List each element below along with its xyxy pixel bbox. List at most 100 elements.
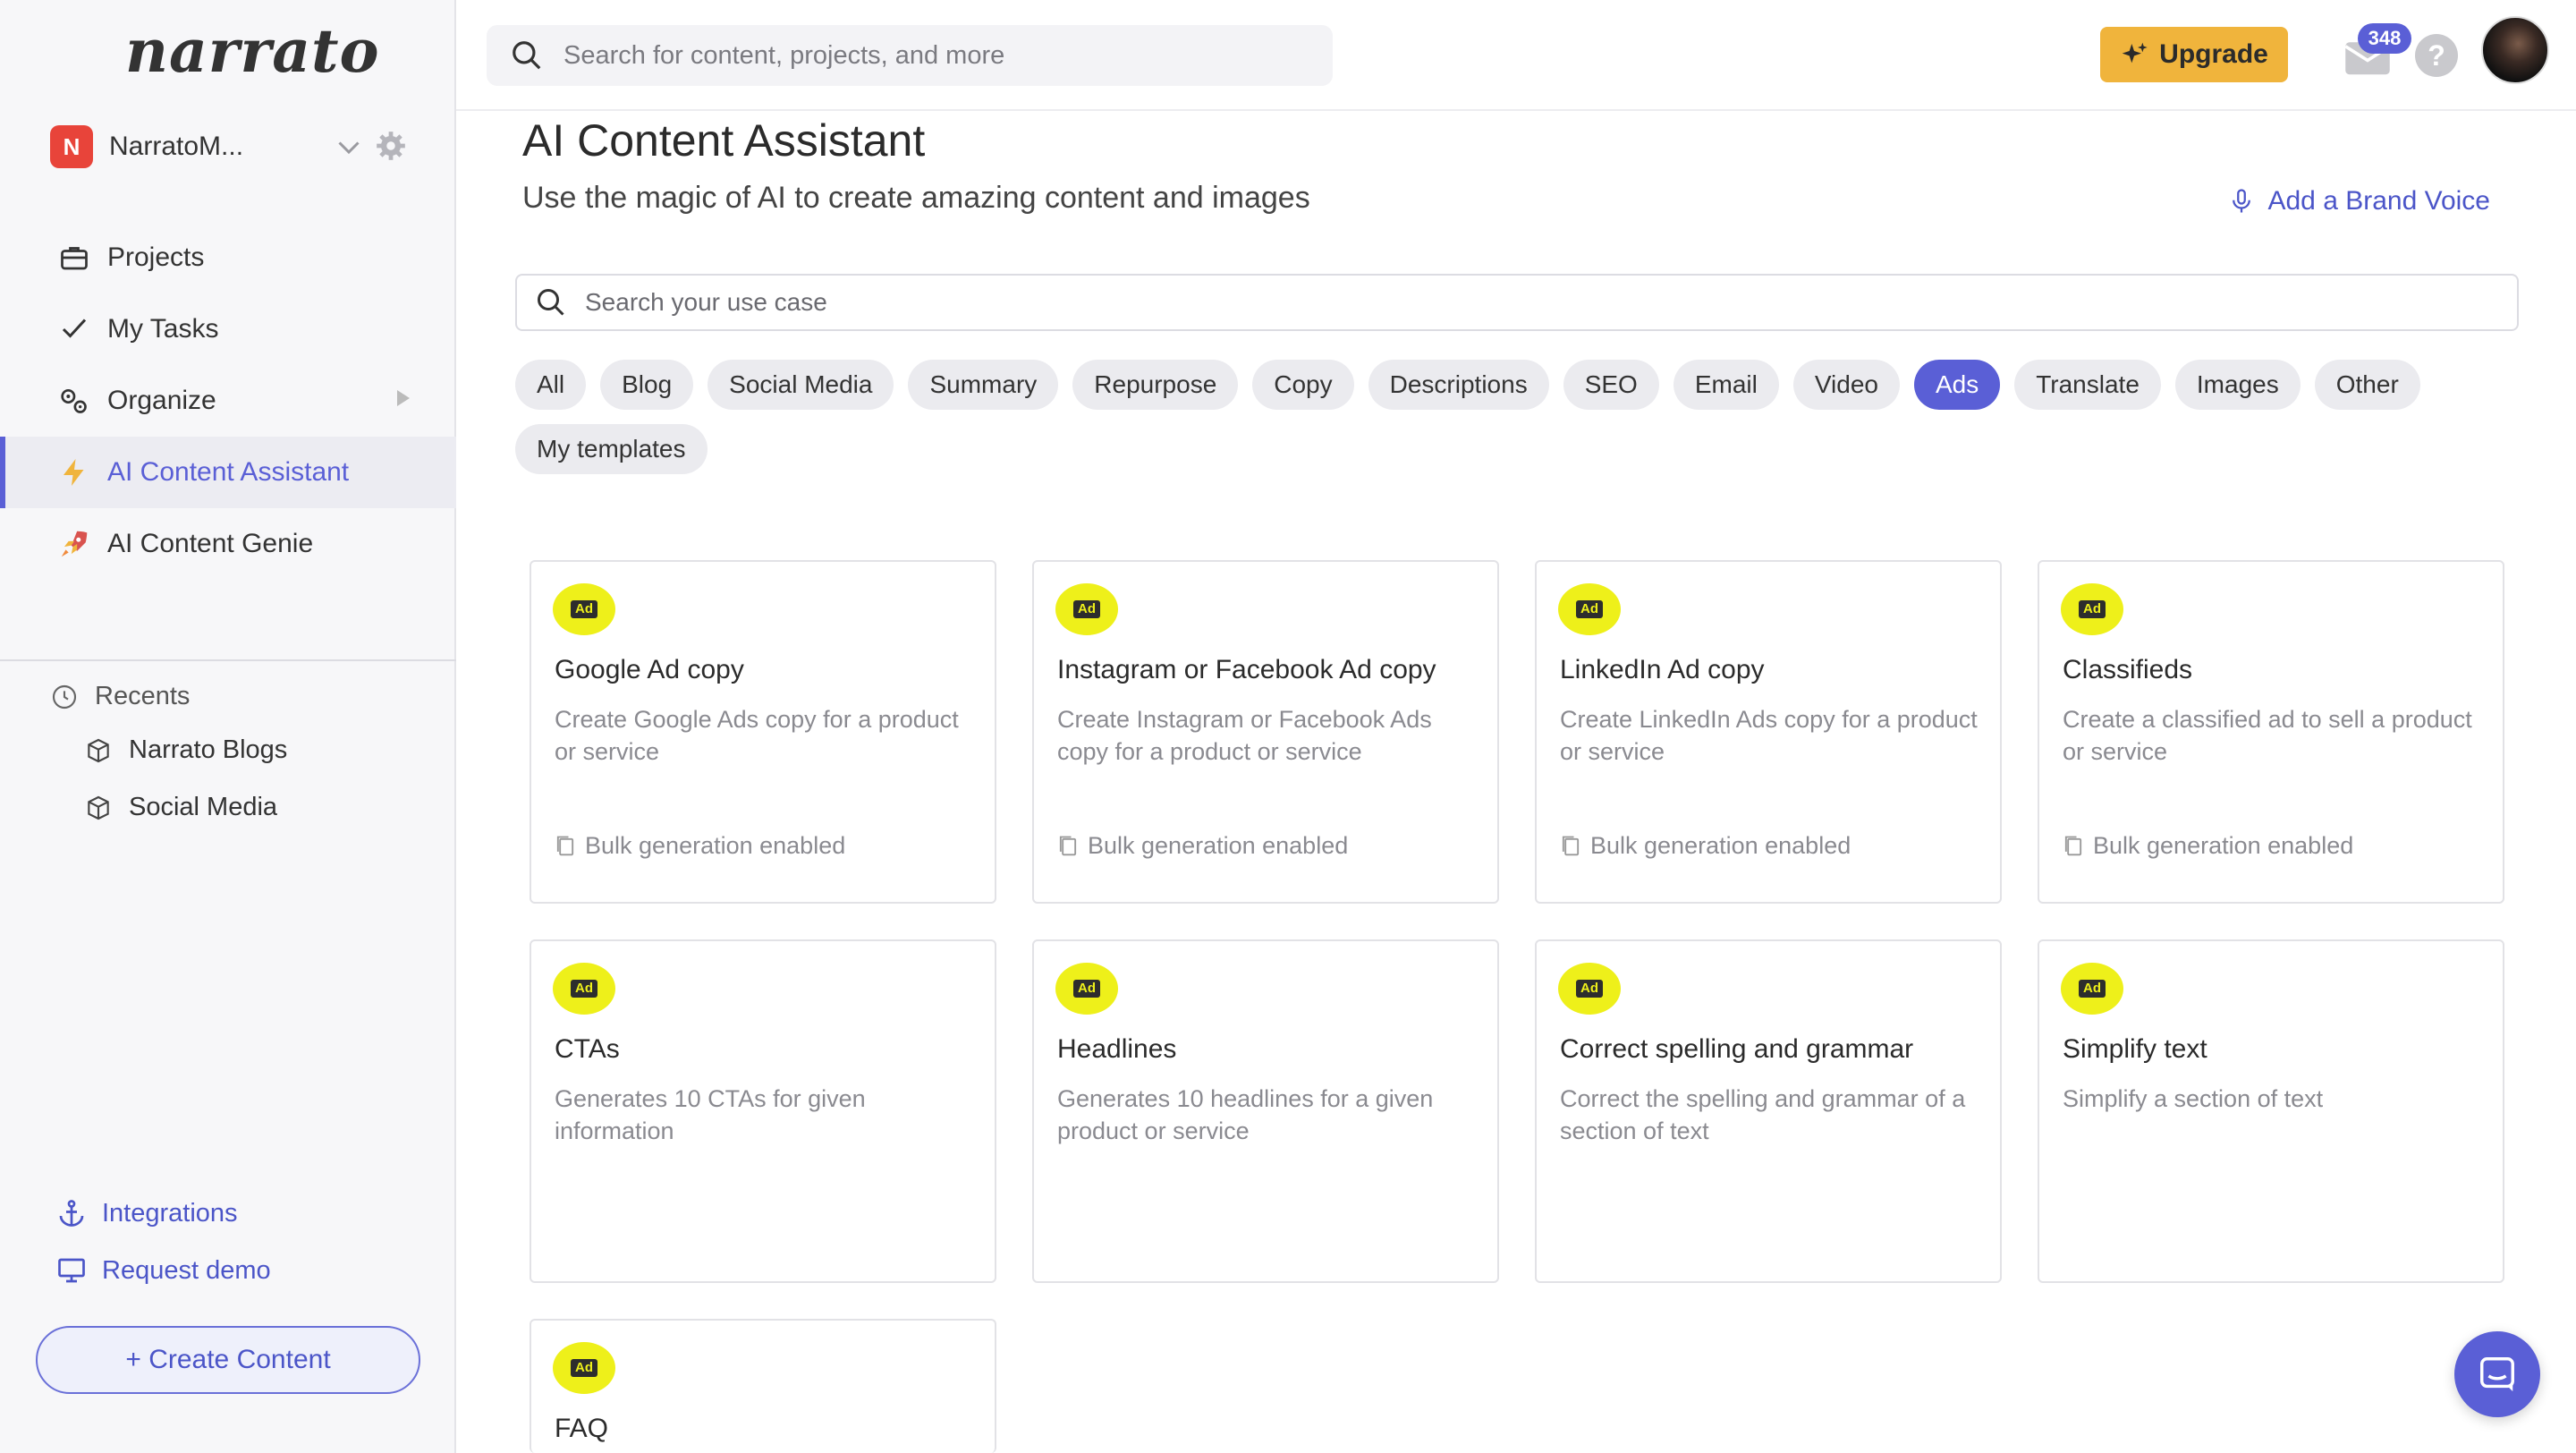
copy-icon — [556, 836, 574, 855]
copy-icon — [1562, 836, 1580, 855]
filter-chip-social-media[interactable]: Social Media — [708, 360, 894, 410]
filter-chip-my-templates[interactable]: My templates — [515, 424, 708, 474]
filter-chip-descriptions[interactable]: Descriptions — [1368, 360, 1549, 410]
global-search-input[interactable] — [562, 39, 1299, 72]
recent-item[interactable]: Social Media — [84, 793, 277, 822]
nav-label: Organize — [107, 386, 216, 415]
filter-chip-repurpose[interactable]: Repurpose — [1072, 360, 1239, 410]
card-title: CTAs — [555, 1034, 620, 1064]
filter-chip-summary[interactable]: Summary — [908, 360, 1059, 410]
search-icon — [538, 289, 564, 316]
add-brand-voice-label: Add a Brand Voice — [2267, 186, 2490, 216]
monitor-icon — [58, 1258, 85, 1283]
recent-item[interactable]: Narrato Blogs — [84, 735, 287, 765]
sparkle-icon — [2122, 42, 2148, 64]
top-bar: Upgrade 348 ? — [456, 0, 2576, 111]
filter-chip-other[interactable]: Other — [2314, 360, 2420, 410]
ad-badge-icon: Ad — [2061, 963, 2123, 1015]
card-description: Correct the spelling and grammar of a se… — [1560, 1085, 1966, 1144]
card-title: Instagram or Facebook Ad copy — [1057, 655, 1436, 684]
sidebar: narrato N NarratoM... Projects My Tasks … — [0, 0, 456, 1453]
nav-item-ai-content-assistant[interactable]: AI Content Assistant — [0, 437, 456, 508]
cube-icon — [88, 795, 109, 820]
nav-label: AI Content Assistant — [107, 457, 350, 487]
card-description: Create Instagram or Facebook Ads copy fo… — [1057, 706, 1432, 765]
filter-chip-blog[interactable]: Blog — [600, 360, 694, 410]
create-content-button[interactable]: + Create Content — [36, 1326, 420, 1394]
usecase-search[interactable] — [515, 274, 2519, 331]
recent-item-label: Narrato Blogs — [129, 735, 288, 764]
filter-chip-images[interactable]: Images — [2174, 360, 2301, 410]
global-search[interactable] — [487, 25, 1333, 86]
microphone-icon — [2233, 189, 2251, 213]
nav-label: My Tasks — [107, 314, 219, 344]
copy-icon — [2064, 836, 2082, 855]
filter-chip-translate[interactable]: Translate — [2014, 360, 2161, 410]
usecase-card[interactable]: Ad LinkedIn Ad copy Create LinkedIn Ads … — [1535, 560, 2002, 904]
card-title: Classifieds — [2063, 655, 2193, 684]
nav-label: Projects — [107, 242, 205, 272]
usecase-search-input[interactable] — [583, 287, 2376, 318]
usecase-card[interactable]: Ad Classifieds Create a classified ad to… — [2038, 560, 2504, 904]
user-avatar[interactable] — [2481, 16, 2549, 84]
notification-badge: 348 — [2358, 23, 2411, 54]
usecase-card[interactable]: Ad Headlines Generates 10 headlines for … — [1032, 939, 1499, 1283]
nav-item-ai-content-genie[interactable]: AI Content Genie — [0, 508, 456, 580]
gears-icon — [55, 382, 93, 420]
nav-item-my-tasks[interactable]: My Tasks — [0, 293, 456, 365]
ad-badge-icon: Ad — [1558, 583, 1621, 635]
usecase-card[interactable]: Ad Simplify text Simplify a section of t… — [2038, 939, 2504, 1283]
help-icon[interactable]: ? — [2415, 34, 2458, 77]
request-demo-link[interactable]: Request demo — [55, 1254, 271, 1287]
briefcase-icon — [55, 239, 93, 276]
card-title: Google Ad copy — [555, 655, 744, 684]
page-title: AI Content Assistant — [522, 115, 926, 166]
workspace-switcher[interactable]: N NarratoM... — [50, 125, 408, 168]
ad-badge-icon: Ad — [2061, 583, 2123, 635]
chat-icon — [2480, 1357, 2514, 1392]
expand-arrow-icon[interactable] — [397, 390, 410, 406]
gear-icon[interactable] — [374, 129, 408, 163]
card-description: Create a classified ad to sell a product… — [2063, 706, 2472, 765]
main-nav: Projects My Tasks Organize AI Content As… — [0, 222, 456, 580]
nav-item-projects[interactable]: Projects — [0, 222, 456, 293]
main-content: AI Content Assistant Use the magic of AI… — [456, 111, 2576, 1453]
page-subtitle: Use the magic of AI to create amazing co… — [522, 181, 1310, 215]
chevron-down-icon[interactable] — [333, 131, 365, 163]
filter-chip-copy[interactable]: Copy — [1252, 360, 1354, 410]
card-title: Headlines — [1057, 1034, 1177, 1064]
usecase-card[interactable]: Ad Instagram or Facebook Ad copy Create … — [1032, 560, 1499, 904]
filter-chip-email[interactable]: Email — [1673, 360, 1779, 410]
ad-badge-icon: Ad — [1558, 963, 1621, 1015]
request-demo-label: Request demo — [102, 1255, 271, 1285]
filter-chip-video[interactable]: Video — [1792, 360, 1900, 410]
usecase-card[interactable]: Ad FAQ — [530, 1319, 996, 1453]
workspace-name: NarratoM... — [109, 132, 244, 161]
card-title: FAQ — [555, 1414, 609, 1443]
card-description: Generates 10 headlines for a given produ… — [1057, 1085, 1434, 1144]
ad-badge-icon: Ad — [553, 583, 615, 635]
filter-chip-all[interactable]: All — [515, 360, 587, 410]
add-brand-voice-link[interactable]: Add a Brand Voice — [2228, 186, 2490, 217]
ad-badge-icon: Ad — [553, 1342, 615, 1394]
checkmark-icon — [55, 310, 93, 348]
sidebar-divider — [0, 659, 456, 661]
cube-icon — [88, 738, 109, 762]
bulk-generation-note: Bulk generation enabled — [1055, 832, 1348, 860]
copy-icon — [1059, 836, 1077, 855]
narrato-logo[interactable]: narrato — [125, 16, 380, 86]
usecase-card[interactable]: Ad Correct spelling and grammar Correct … — [1535, 939, 2002, 1283]
bulk-generation-note: Bulk generation enabled — [553, 832, 845, 860]
chat-support-button[interactable] — [2454, 1331, 2540, 1417]
card-description: Create Google Ads copy for a product or … — [555, 706, 959, 765]
usecase-card[interactable]: Ad CTAs Generates 10 CTAs for given info… — [530, 939, 996, 1283]
ad-badge-icon: Ad — [1055, 963, 1118, 1015]
integrations-link[interactable]: Integrations — [55, 1197, 238, 1229]
anchor-icon — [59, 1200, 84, 1227]
filter-chip-seo[interactable]: SEO — [1563, 360, 1659, 410]
filter-chip-ads[interactable]: Ads — [1913, 360, 2001, 410]
ad-badge-icon: Ad — [553, 963, 615, 1015]
usecase-card[interactable]: Ad Google Ad copy Create Google Ads copy… — [530, 560, 996, 904]
upgrade-button[interactable]: Upgrade — [2100, 27, 2288, 82]
nav-item-organize[interactable]: Organize — [0, 365, 456, 437]
